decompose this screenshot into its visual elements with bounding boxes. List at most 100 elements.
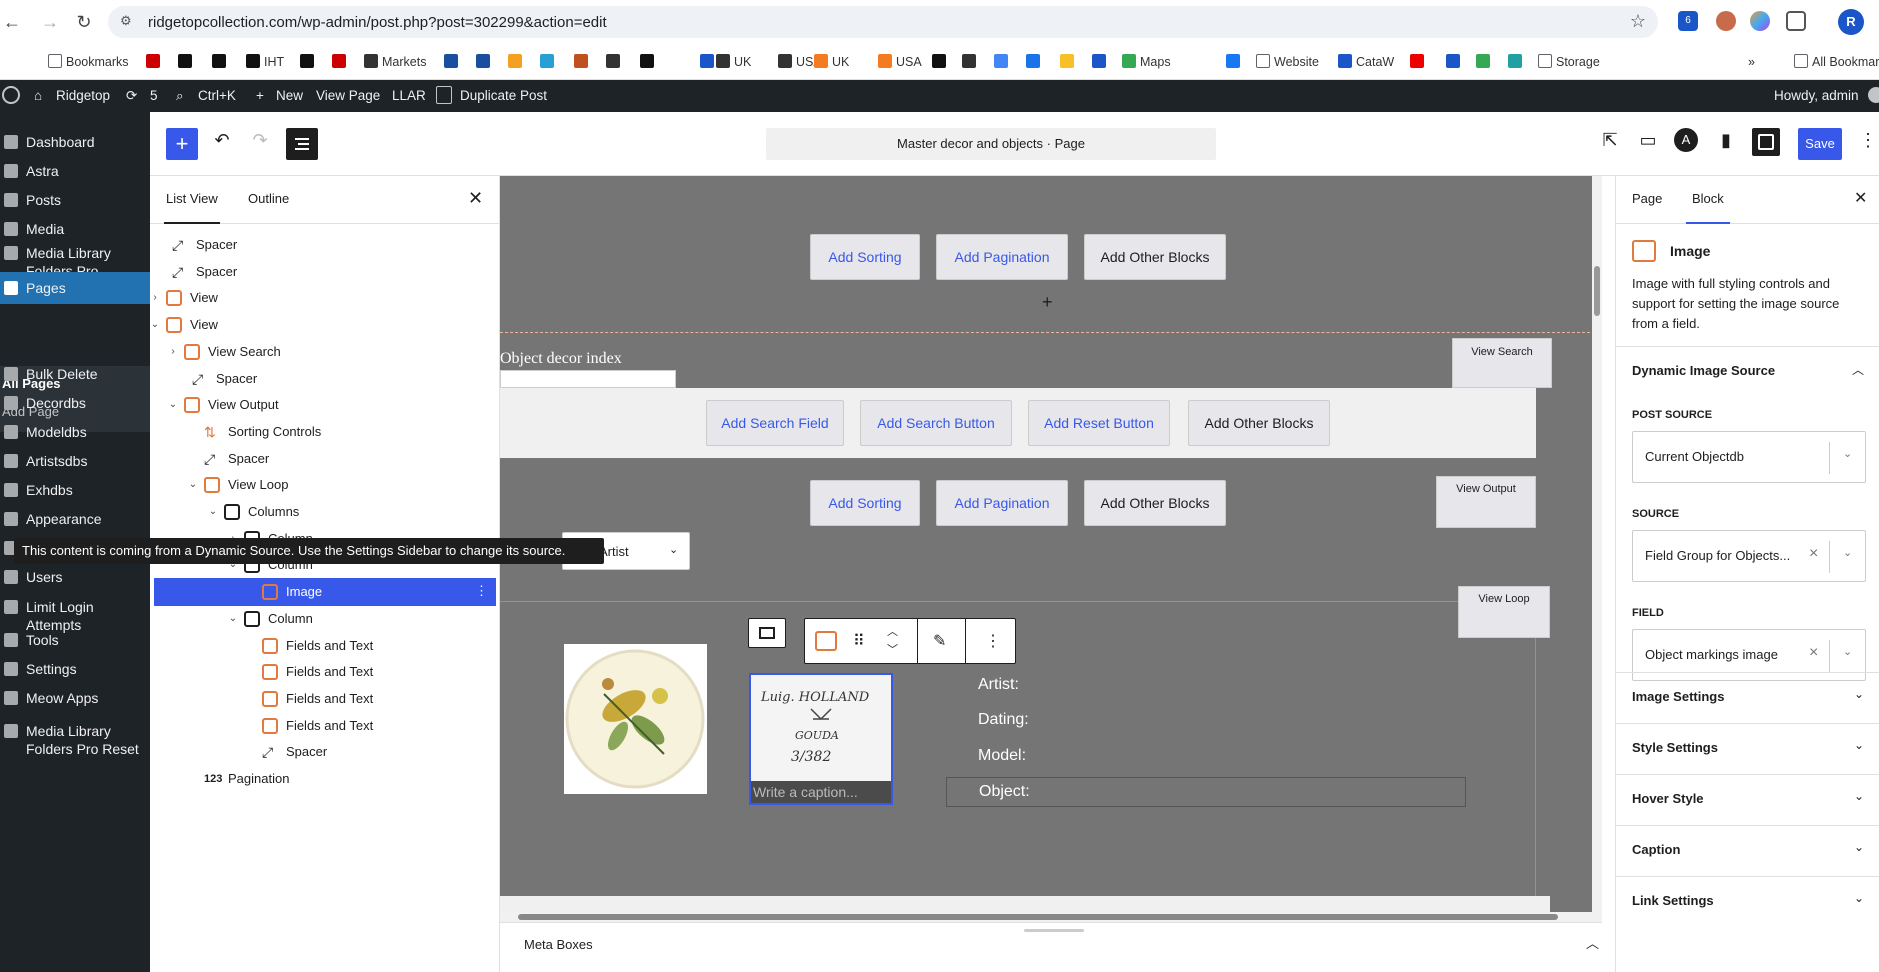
astra-settings-icon[interactable]: A	[1674, 128, 1698, 152]
bookmark-item[interactable]: Bookmarks	[48, 53, 129, 71]
redo-icon[interactable]: ↷	[246, 130, 274, 151]
chevron-up-icon[interactable]: ︿	[1852, 361, 1864, 378]
undo-icon[interactable]: ↶	[208, 130, 236, 151]
add-sorting-button[interactable]: Add Sorting	[810, 234, 920, 280]
document-overview-button[interactable]	[286, 128, 318, 160]
forward-button[interactable]: →	[38, 10, 62, 34]
bookmark-item[interactable]: CataW	[1338, 53, 1394, 71]
markings-image[interactable]: Luig. HOLLAND GOUDA 3/382 Write a captio…	[749, 673, 893, 805]
document-title-bar[interactable]: Master decor and objects · Page	[766, 128, 1216, 160]
bookmark-item[interactable]	[574, 53, 592, 71]
bookmark-item[interactable]	[1410, 53, 1428, 71]
bookmark-item[interactable]	[1092, 53, 1110, 71]
view-page-link[interactable]: View Page	[316, 88, 380, 103]
bookmark-item[interactable]: USA	[878, 53, 922, 71]
sidebar-item-users[interactable]: Users	[0, 561, 150, 593]
bookmark-item[interactable]	[178, 53, 196, 71]
howdy-account-link[interactable]: Howdy, admin	[1774, 88, 1859, 103]
expand-toggle-icon[interactable]: ⌄	[206, 498, 220, 526]
expand-toggle-icon[interactable]: ⌄	[148, 311, 162, 339]
bookmark-item[interactable]	[932, 53, 950, 71]
bookmark-item[interactable]	[444, 53, 462, 71]
bookmark-item[interactable]: Maps	[1122, 53, 1171, 71]
sidebar-item-posts[interactable]: Posts	[0, 184, 150, 216]
expand-toggle-icon[interactable]: ›	[148, 284, 162, 312]
edit-pencil-icon[interactable]: ✎	[933, 631, 946, 651]
clear-icon[interactable]: ×	[1809, 545, 1818, 563]
bookmark-item[interactable]	[332, 53, 350, 71]
dynamic-image-source-title[interactable]: Dynamic Image Source	[1632, 363, 1775, 378]
bookmark-item[interactable]	[1476, 53, 1494, 71]
bookmark-item[interactable]	[476, 53, 494, 71]
bookmark-item[interactable]	[1226, 53, 1244, 71]
bookmark-item[interactable]: Markets	[364, 53, 426, 71]
tab-outline[interactable]: Outline	[248, 191, 289, 206]
image-block-icon[interactable]	[815, 631, 837, 651]
extension-badge-icon[interactable]: 6	[1678, 11, 1698, 31]
device-preview-icon[interactable]: ▭	[1634, 130, 1662, 151]
profile-avatar[interactable]: R	[1838, 9, 1864, 35]
list-view-selected-row[interactable]: ⋮	[154, 578, 496, 607]
site-info-icon[interactable]: ⚙	[120, 13, 138, 31]
bookmark-item[interactable]	[994, 53, 1012, 71]
reload-button[interactable]: ↻	[72, 10, 96, 34]
updates-count[interactable]: 5	[150, 88, 158, 103]
panel-style-settings[interactable]: Style Settings ⌄	[1616, 723, 1879, 774]
sidebar-item-modeldbs[interactable]: Modeldbs	[0, 416, 150, 448]
expand-toggle-icon[interactable]: ⌄	[226, 605, 240, 633]
command-palette-link[interactable]: Ctrl+K	[198, 88, 236, 103]
block-appender-plus-icon[interactable]: +	[1042, 292, 1053, 313]
expand-toggle-icon[interactable]: ›	[166, 338, 180, 366]
sidebar-item-tools[interactable]: Tools	[0, 624, 150, 656]
tab-list-view[interactable]: List View	[164, 191, 220, 224]
horizontal-scrollbar[interactable]	[500, 912, 1592, 922]
bookmark-item[interactable]	[146, 53, 164, 71]
extension-icon[interactable]	[1716, 11, 1736, 31]
duplicate-post-link[interactable]: Duplicate Post	[460, 88, 547, 103]
bookmark-item[interactable]	[962, 53, 980, 71]
add-pagination-button[interactable]: Add Pagination	[936, 480, 1068, 526]
more-options-icon[interactable]: ⋮	[985, 631, 1001, 651]
row-options-icon[interactable]: ⋮	[475, 583, 488, 599]
options-menu-icon[interactable]: ⋮	[1854, 130, 1879, 151]
tab-block[interactable]: Block	[1686, 191, 1730, 224]
search-text-input[interactable]	[500, 370, 676, 388]
add-search-button-button[interactable]: Add Search Button	[860, 400, 1012, 446]
resize-handle[interactable]	[1024, 929, 1084, 932]
settings-sidebar-toggle-icon[interactable]	[1752, 128, 1780, 156]
add-sorting-button[interactable]: Add Sorting	[810, 480, 920, 526]
address-bar[interactable]: ⚙ ridgetopcollection.com/wp-admin/post.p…	[108, 6, 1658, 38]
sidebar-item-meow-apps[interactable]: Meow Apps	[0, 682, 150, 714]
panel-hover-style[interactable]: Hover Style ⌄	[1616, 774, 1879, 825]
sidebar-item-media-library-folders-pro-reset[interactable]: Media Library Folders Pro Reset	[0, 716, 150, 760]
bookmark-item[interactable]	[508, 53, 526, 71]
add-other-blocks-button[interactable]: Add Other Blocks	[1084, 234, 1226, 280]
more-bookmarks-button[interactable]: »	[1748, 53, 1755, 71]
bookmark-item[interactable]	[606, 53, 624, 71]
bookmark-item[interactable]	[212, 53, 230, 71]
chevron-up-icon[interactable]: ︿	[1586, 933, 1599, 952]
image-caption-input[interactable]: Write a caption...	[751, 781, 891, 803]
sidebar-item-artistsdbs[interactable]: Artistsdbs	[0, 445, 150, 477]
wordpress-logo-icon[interactable]	[2, 86, 20, 104]
add-other-blocks-button[interactable]: Add Other Blocks	[1188, 400, 1330, 446]
bookmark-item[interactable]	[1026, 53, 1044, 71]
bookmark-item[interactable]: Storage	[1538, 53, 1600, 71]
sidebar-item-appearance[interactable]: Appearance	[0, 503, 150, 535]
plugin-icon[interactable]: ▮	[1712, 130, 1740, 151]
close-icon[interactable]: ✕	[468, 188, 483, 209]
bookmark-item[interactable]: Website	[1256, 53, 1319, 71]
bookmark-item[interactable]: IHT	[246, 53, 284, 71]
sidebar-item-dashboard[interactable]: Dashboard	[0, 126, 150, 158]
sidebar-item-settings[interactable]: Settings	[0, 653, 150, 685]
extensions-puzzle-icon[interactable]	[1786, 11, 1806, 31]
plate-image[interactable]	[564, 644, 707, 794]
bookmark-item[interactable]: UK	[716, 53, 751, 71]
bookmark-star-icon[interactable]: ☆	[1630, 11, 1646, 32]
post-source-select[interactable]: Current Objectdb ⌄	[1632, 431, 1866, 483]
add-pagination-button[interactable]: Add Pagination	[936, 234, 1068, 280]
drag-handle-icon[interactable]: ⠿	[853, 631, 865, 651]
expand-toggle-icon[interactable]: ⌄	[166, 391, 180, 419]
add-reset-button-button[interactable]: Add Reset Button	[1028, 400, 1170, 446]
bookmark-item[interactable]: UK	[814, 53, 849, 71]
